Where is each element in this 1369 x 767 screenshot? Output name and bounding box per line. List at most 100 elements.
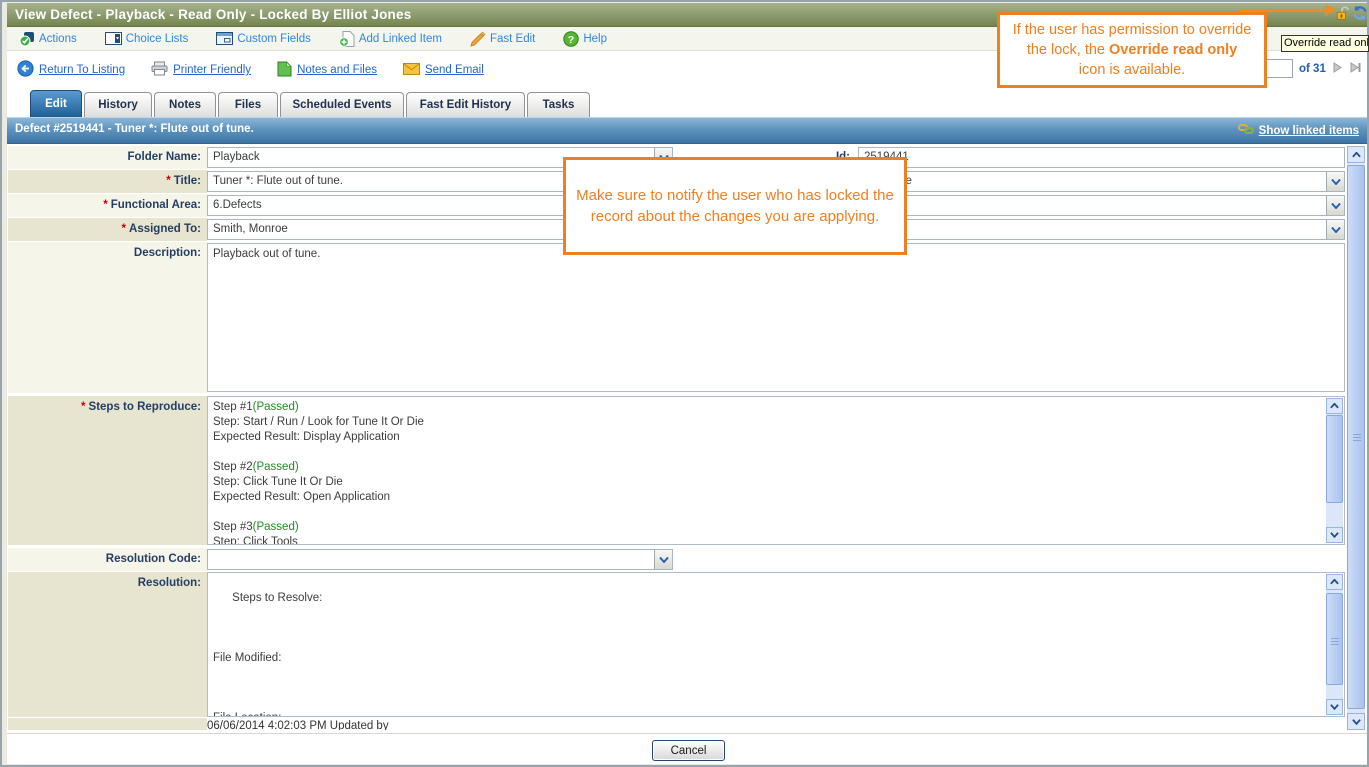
custom-fields-icon [216,32,234,45]
tab-strip: Edit History Notes Files Scheduled Event… [7,87,1367,117]
actions-label: Actions [39,32,77,45]
annotation-callout-top: If the user has permission to override t… [997,12,1267,88]
required-marker: * [81,401,86,413]
help-icon: ? [563,30,580,47]
custom-fields-label: Custom Fields [237,32,311,45]
annotation-text: the lock, the Override read only [1026,42,1238,58]
override-read-only-lock-icon[interactable] [1336,6,1351,21]
functional-area-value: 6.Defects [213,199,262,211]
tab-files[interactable]: Files [218,92,278,117]
tab-notes[interactable]: Notes [154,92,216,117]
printer-icon [151,61,168,79]
notes-page-icon [277,60,292,80]
help-button[interactable]: ? Help [563,30,608,47]
fast-edit-button[interactable]: Fast Edit [470,31,535,47]
notes-and-files-link[interactable]: Notes and Files [277,60,377,80]
tab-tasks[interactable]: Tasks [527,92,590,117]
resolution-label-cell: Resolution: [8,572,207,718]
page-scrollbar[interactable] [1347,146,1365,730]
right-field-2-dropdown-icon[interactable] [1326,172,1344,191]
custom-fields-button[interactable]: Custom Fields [216,32,311,45]
annotation-arrowhead-icon [1325,4,1336,16]
tab-scheduled-events[interactable]: Scheduled Events [280,92,404,117]
folder-name-label: Folder Name: [127,151,202,163]
next-record-icon[interactable] [1332,61,1343,76]
override-read-only-tooltip: Override read only [1281,35,1369,52]
description-textarea[interactable]: Playback out of tune. [207,243,1345,392]
add-linked-item-button[interactable]: Add Linked Item [338,30,442,47]
linked-chain-icon [1237,122,1254,139]
steps-scroll-thumb[interactable] [1326,415,1343,503]
resolution-textarea[interactable]: Steps to Resolve: File Modified: File Lo… [207,572,1345,717]
send-email-link[interactable]: Send Email [402,62,484,78]
annotation-text: If the user has permission to override [1012,22,1252,38]
functional-area-label-cell: * Functional Area: [8,194,207,218]
printer-friendly-link[interactable]: Printer Friendly [151,61,251,79]
folder-name-label-cell: Folder Name: [8,146,207,170]
steps-textarea[interactable]: Step #1(Passed) Step: Start / Run / Look… [207,396,1345,545]
description-label-cell: Description: [8,242,207,394]
clipped-history-line: 06/06/2014 4:02:03 PM Updated by [207,720,389,730]
resolution-code-combobox[interactable] [207,549,673,570]
show-linked-items-label: Show linked items [1258,124,1359,137]
folder-name-value: Playback [213,151,260,163]
choice-lists-label: Choice Lists [125,32,189,45]
return-to-listing-link[interactable]: Return To Listing [17,60,125,80]
last-record-icon[interactable] [1349,61,1362,76]
show-linked-items-link[interactable]: Show linked items [1237,122,1359,139]
choice-lists-button[interactable]: Choice Lists [104,32,189,45]
tab-history[interactable]: History [84,92,152,117]
return-to-listing-label: Return To Listing [39,64,126,76]
right-field-3-combobox[interactable]: SAP [858,195,1345,216]
scroll-down-icon[interactable] [1347,713,1365,730]
right-field-3-dropdown-icon[interactable] [1326,196,1344,215]
description-label: Description: [133,247,201,259]
fast-edit-icon [470,31,486,47]
right-field-4-dropdown-icon[interactable] [1326,220,1344,239]
add-linked-item-icon [338,30,355,47]
steps-label: Steps to Reproduce: [88,401,201,413]
right-field-4-combobox[interactable] [858,219,1345,240]
resolution-code-label: Resolution Code: [105,553,201,565]
scroll-down-icon[interactable] [1326,699,1343,715]
id-field[interactable]: 2519441 [858,147,1345,168]
help-label: Help [583,32,608,45]
scroll-down-icon[interactable] [1326,527,1343,543]
fast-edit-label: Fast Edit [489,32,536,45]
cancel-button[interactable]: Cancel [652,740,725,761]
record-title: Defect #2519441 - Tuner *: Flute out of … [15,123,254,135]
annotation-callout-middle: Make sure to notify the user who has loc… [563,157,907,255]
scroll-up-icon[interactable] [1326,398,1343,414]
annotation-text: record about the changes you are applyin… [590,208,880,225]
clipped-row-label-cell [8,718,207,731]
notes-and-files-label: Notes and Files [297,64,377,76]
refresh-icon[interactable] [1352,5,1367,21]
page-title: View Defect - Playback - Read Only - Loc… [15,7,412,22]
send-email-label: Send Email [424,64,484,76]
required-marker: * [103,199,108,211]
actions-button[interactable]: Actions [19,31,77,47]
steps-scrollbar[interactable] [1326,398,1343,543]
footer-bar: Cancel [7,733,1367,764]
actions-icon [19,31,35,47]
tab-fast-edit-history[interactable]: Fast Edit History [406,92,525,117]
scroll-up-icon[interactable] [1347,146,1365,163]
add-linked-item-label: Add Linked Item [358,32,442,45]
resolution-value: Steps to Resolve: File Modified: File Lo… [213,592,323,716]
annotation-text: Make sure to notify the user who has loc… [576,187,894,204]
resolution-scrollbar[interactable] [1326,574,1343,715]
resolution-scroll-thumb[interactable] [1326,593,1343,685]
required-marker: * [121,223,127,235]
record-header-bar: Defect #2519441 - Tuner *: Flute out of … [7,117,1367,144]
resolution-label: Resolution: [137,577,201,589]
right-field-2-combobox[interactable]: Duplicate [858,171,1345,192]
title-label-cell: * Title: [8,170,207,194]
scroll-up-icon[interactable] [1326,574,1343,590]
assigned-to-label-cell: * Assigned To: [8,218,207,242]
tab-edit[interactable]: Edit [30,90,82,117]
title-value: Tuner *: Flute out of tune. [213,175,343,187]
assigned-to-value: Smith, Monroe [213,223,288,235]
printer-friendly-label: Printer Friendly [173,64,252,76]
page-scroll-thumb[interactable] [1347,165,1365,709]
resolution-code-dropdown-icon[interactable] [654,550,672,569]
